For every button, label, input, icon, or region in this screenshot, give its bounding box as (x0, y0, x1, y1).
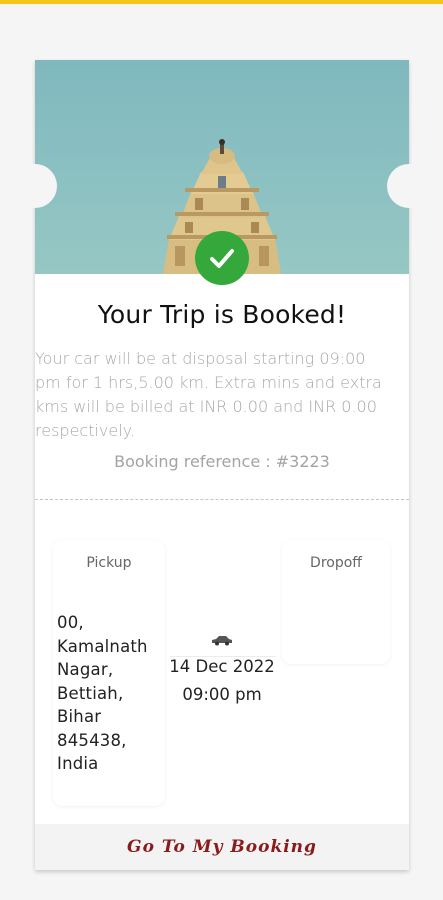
pickup-card: Pickup 00, Kamalnath Nagar, Bettiah, Bih… (53, 540, 165, 806)
pickup-address: 00, Kamalnath Nagar, Bettiah, Bihar 8454… (57, 613, 148, 773)
booking-ticket-card: Your Trip is Booked! Your car will be at… (13, 60, 431, 870)
pickup-date: 14 Dec 2022 (169, 657, 275, 676)
dashed-divider (35, 499, 409, 500)
car-icon (210, 633, 234, 651)
page-title: Your Trip is Booked! (97, 300, 347, 329)
ticket-notch-right (387, 164, 431, 208)
pickup-label: Pickup (86, 555, 132, 571)
check-icon (195, 231, 249, 285)
dropoff-card: Dropoff (282, 540, 390, 664)
booking-reference: Booking reference : #3223 (114, 452, 330, 471)
pickup-time: 09:00 pm (182, 685, 262, 704)
top-accent-bar (0, 0, 443, 4)
ticket-notch-left (13, 164, 57, 208)
go-to-my-booking-button[interactable]: Go To My Booking (127, 837, 317, 857)
footer-bar: Go To My Booking (35, 824, 409, 870)
trip-description: Your car will be at disposal starting 09… (35, 349, 382, 440)
dropoff-label: Dropoff (310, 555, 362, 571)
